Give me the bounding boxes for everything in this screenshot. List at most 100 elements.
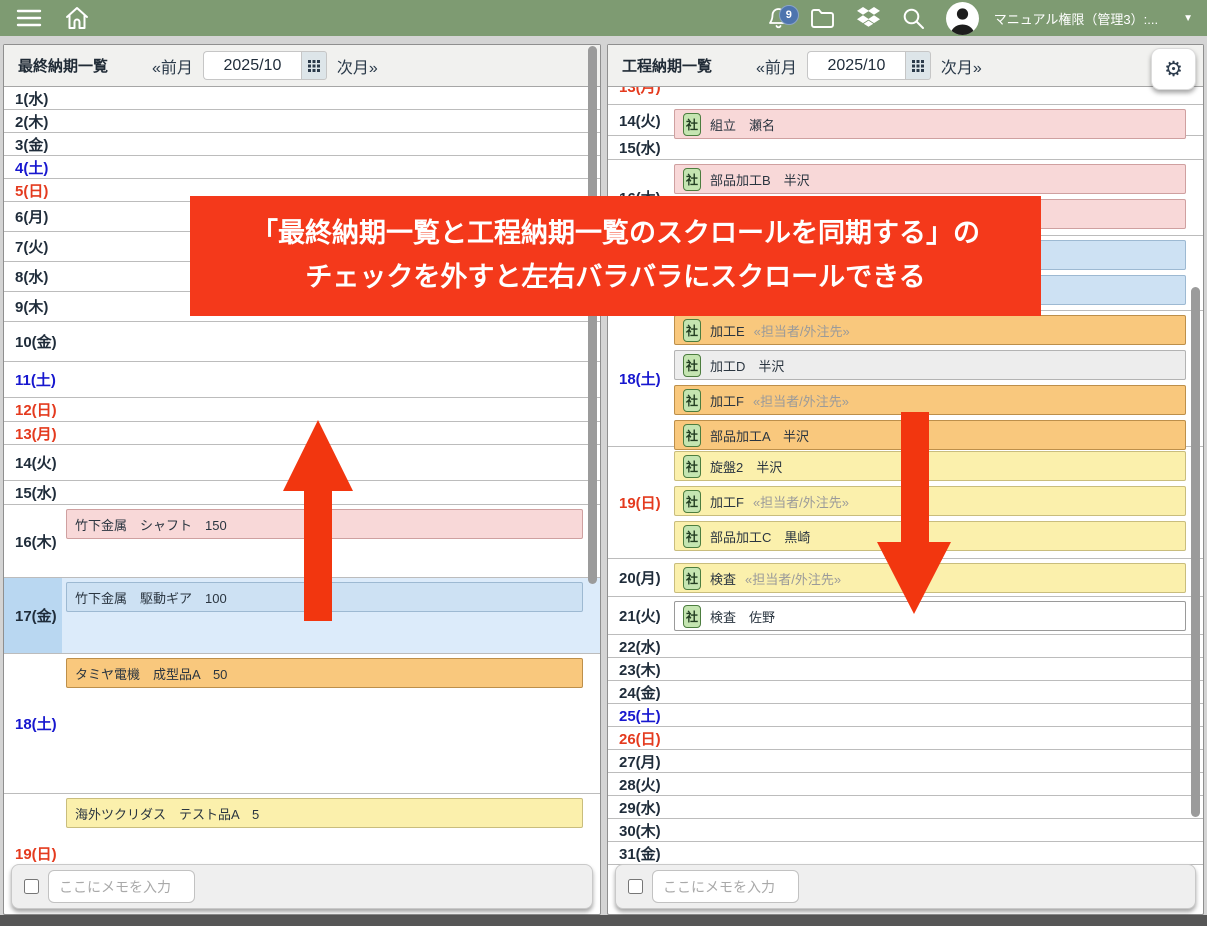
calendar-picker-icon[interactable] [301, 51, 327, 80]
event-label: 加工E [710, 321, 745, 340]
date-label: 17(金) [4, 578, 62, 653]
date-label: 19(日) [608, 447, 670, 558]
calendar-row[interactable]: 31(金) [608, 842, 1203, 865]
calendar-row[interactable]: 1(水) [4, 87, 600, 110]
process-deadline-header: 工程納期一覧 «前月 次月» ⚙ [608, 45, 1203, 87]
left-memo-footer [11, 864, 593, 909]
month-input[interactable] [807, 51, 905, 80]
events-container [670, 704, 1203, 726]
company-badge: 社 [683, 354, 701, 377]
date-label: 5(日) [4, 179, 62, 201]
event-bar[interactable]: 社加工E«担当者/外注先» [674, 315, 1186, 345]
calendar-row[interactable]: 25(土) [608, 704, 1203, 727]
events-container [62, 87, 600, 109]
calendar-row[interactable]: 10(金) [4, 322, 600, 362]
event-bar[interactable]: タミヤ電機 成型品A 50 [66, 658, 583, 688]
calendar-row[interactable]: 29(水) [608, 796, 1203, 819]
calendar-row[interactable]: 13(月) [608, 87, 1203, 105]
date-label: 6(月) [4, 202, 62, 231]
calendar-row[interactable]: 3(金) [4, 133, 600, 156]
event-bar[interactable]: 社加工F«担当者/外注先» [674, 385, 1186, 415]
chevron-down-icon[interactable]: ▼ [1183, 13, 1193, 24]
dropbox-icon[interactable] [856, 7, 881, 29]
events-container: 海外ツクリダス テスト品A 5 [62, 794, 600, 867]
settings-gear-button[interactable]: ⚙ [1151, 48, 1196, 90]
user-avatar[interactable] [946, 2, 979, 35]
company-badge: 社 [683, 567, 701, 590]
date-label: 28(火) [608, 773, 670, 795]
company-badge: 社 [683, 455, 701, 478]
date-label: 12(日) [4, 398, 62, 421]
events-container: タミヤ電機 成型品A 50 [62, 654, 600, 793]
user-permission-label[interactable]: マニュアル権限（管理3）:... [994, 9, 1158, 28]
calendar-row[interactable]: 27(月) [608, 750, 1203, 773]
event-bar[interactable]: 社組立 瀬名 [674, 109, 1186, 139]
month-input[interactable] [203, 51, 301, 80]
calendar-row[interactable]: 24(金) [608, 681, 1203, 704]
bottom-strip [0, 915, 1207, 926]
calendar-row[interactable]: 22(水) [608, 635, 1203, 658]
event-label: 加工F [710, 492, 744, 511]
events-container [670, 136, 1203, 159]
company-badge: 社 [683, 605, 701, 628]
date-label: 14(火) [608, 105, 670, 135]
top-bar: 9 マニュ [0, 0, 1207, 36]
date-label: 15(水) [4, 481, 62, 504]
date-label: 23(木) [608, 658, 670, 680]
folder-icon[interactable] [810, 8, 835, 29]
company-badge: 社 [683, 113, 701, 136]
event-label: 旋盤2 半沢 [710, 457, 782, 476]
calendar-row[interactable]: 2(木) [4, 110, 600, 133]
events-container [670, 796, 1203, 818]
next-month-button[interactable]: 次月» [941, 54, 982, 78]
event-label: 加工D 半沢 [710, 356, 784, 375]
events-container [670, 658, 1203, 680]
event-bar[interactable]: 海外ツクリダス テスト品A 5 [66, 798, 583, 828]
events-container [670, 87, 1203, 104]
hamburger-menu-icon[interactable] [16, 8, 42, 28]
event-bar[interactable]: 社部品加工B 半沢 [674, 164, 1186, 194]
calendar-row[interactable]: 14(火)社組立 瀬名 [608, 105, 1203, 136]
events-container [670, 727, 1203, 749]
next-month-button[interactable]: 次月» [337, 54, 378, 78]
home-icon[interactable] [64, 6, 90, 30]
calendar-row[interactable]: 4(土) [4, 156, 600, 179]
events-container [62, 133, 600, 155]
event-label: 部品加工C 黒崎 [710, 527, 810, 546]
date-label: 9(木) [4, 292, 62, 321]
date-label: 26(日) [608, 727, 670, 749]
memo-checkbox[interactable] [628, 879, 643, 894]
events-container [670, 750, 1203, 772]
calendar-row[interactable]: 18(土)タミヤ電機 成型品A 50 [4, 654, 600, 794]
calendar-row[interactable]: 30(木) [608, 819, 1203, 842]
event-label: 海外ツクリダス テスト品A 5 [75, 804, 259, 823]
date-label: 14(火) [4, 445, 62, 480]
calendar-row[interactable]: 23(木) [608, 658, 1203, 681]
prev-month-button[interactable]: «前月 [152, 54, 193, 78]
down-arrow-annotation [877, 412, 951, 615]
memo-input[interactable] [48, 870, 195, 903]
date-label: 4(土) [4, 156, 62, 178]
panel-title: 工程納期一覧 [622, 55, 712, 76]
calendar-row[interactable]: 26(日) [608, 727, 1203, 750]
event-bar[interactable]: 社加工D 半沢 [674, 350, 1186, 380]
date-label: 30(木) [608, 819, 670, 841]
company-badge: 社 [683, 168, 701, 191]
events-container [62, 362, 600, 397]
prev-month-button[interactable]: «前月 [756, 54, 797, 78]
notifications-bell-icon[interactable]: 9 [768, 7, 789, 29]
date-label: 13(月) [608, 87, 670, 104]
memo-checkbox[interactable] [24, 879, 39, 894]
calendar-row[interactable]: 19(日)海外ツクリダス テスト品A 5 [4, 794, 600, 867]
date-label: 3(金) [4, 133, 62, 155]
calendar-picker-icon[interactable] [905, 51, 931, 80]
calendar-row[interactable]: 28(火) [608, 773, 1203, 796]
calendar-row[interactable]: 15(水) [608, 136, 1203, 160]
calendar-row[interactable]: 11(土) [4, 362, 600, 398]
annotation-banner: 「最終納期一覧と工程納期一覧のスクロールを同期する」の チェックを外すと左右バラ… [190, 196, 1041, 316]
event-label: 組立 瀬名 [710, 115, 775, 134]
right-scrollbar-thumb[interactable] [1191, 287, 1200, 817]
search-icon[interactable] [902, 7, 925, 30]
memo-input[interactable] [652, 870, 799, 903]
event-label: 部品加工A 半沢 [710, 426, 809, 445]
